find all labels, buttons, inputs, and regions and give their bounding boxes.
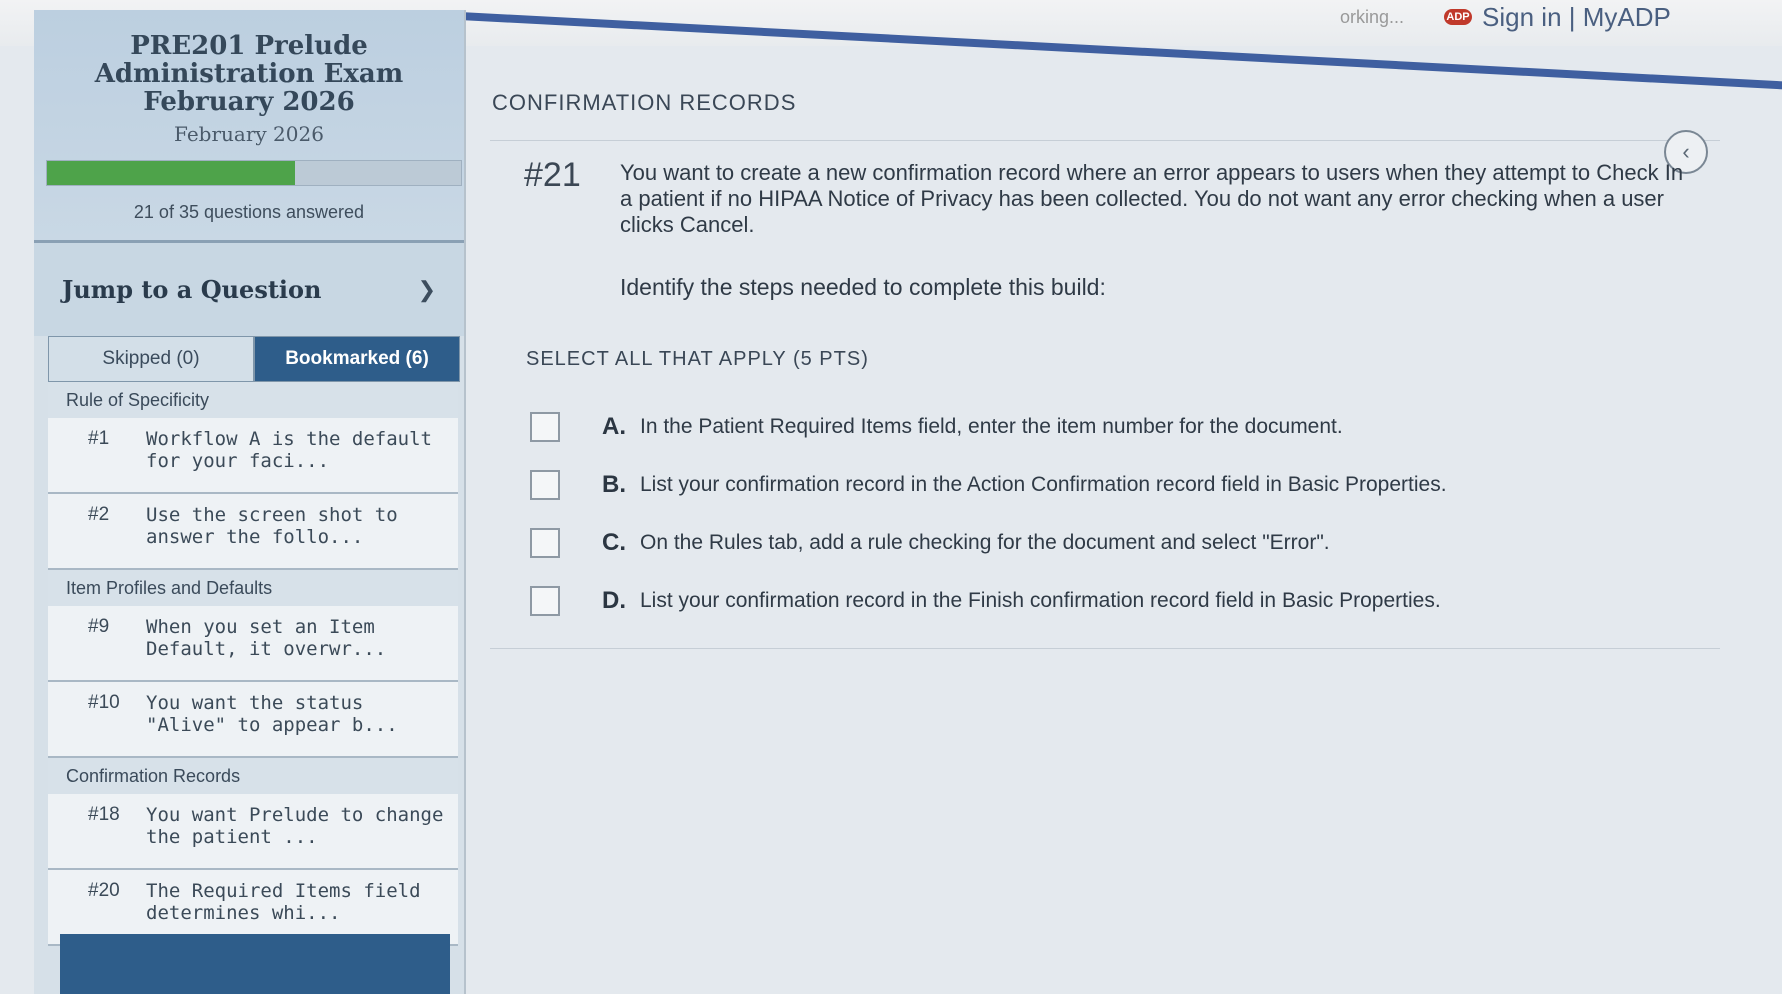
section-title: CONFIRMATION RECORDS: [492, 90, 797, 115]
question-filter-tabs: Skipped (0) Bookmarked (6): [48, 336, 460, 382]
checkbox-c[interactable]: [530, 528, 560, 558]
question-number: #10: [88, 692, 120, 713]
question-text: You want to create a new confirmation re…: [620, 160, 1684, 237]
list-item[interactable]: #9 When you set an Item Default, it over…: [48, 606, 458, 682]
exam-header: PRE201 Prelude Administration Exam Febru…: [34, 10, 464, 240]
option-letter: A.: [602, 413, 626, 440]
option-d[interactable]: D. List your confirmation record in the …: [530, 572, 1710, 630]
question-number: #9: [88, 616, 110, 637]
bookmarked-question-list: Rule of Specificity #1 Workflow A is the…: [48, 382, 458, 946]
chevron-right-icon: ❯: [417, 276, 436, 302]
option-letter: C.: [602, 529, 626, 556]
option-text: On the Rules tab, add a rule checking fo…: [640, 531, 1330, 554]
checkbox-a[interactable]: [530, 412, 560, 442]
divider: [490, 648, 1720, 649]
checkbox-d[interactable]: [530, 586, 560, 616]
jump-label: Jump to a Question: [62, 275, 322, 304]
question-preview: Use the screen shot to answer the follo.…: [146, 504, 398, 548]
group-heading: Rule of Specificity: [48, 382, 458, 418]
question-preview: When you set an Item Default, it overwr.…: [146, 616, 387, 660]
progress-bar: [46, 160, 462, 186]
tab-skipped[interactable]: Skipped (0): [48, 336, 254, 382]
question-preview: You want Prelude to change the patient .…: [146, 804, 444, 848]
question-number: #2: [88, 504, 110, 525]
select-all-label: SELECT ALL THAT APPLY (5 PTS): [526, 348, 869, 370]
progress-text: 21 of 35 questions answered: [133, 202, 365, 222]
progress-fill: [47, 161, 296, 185]
option-text: List your confirmation record in the Fin…: [640, 589, 1441, 612]
question-panel: CONFIRMATION RECORDS ‹ #21 You want to c…: [480, 60, 1720, 960]
checkbox-b[interactable]: [530, 470, 560, 500]
list-item[interactable]: #2 Use the screen shot to answer the fol…: [48, 494, 458, 570]
question-preview: Workflow A is the default for your faci.…: [146, 428, 432, 472]
exam-sidebar: PRE201 Prelude Administration Exam Febru…: [34, 10, 466, 994]
tab-title: Sign in | MyADP: [1482, 1, 1671, 32]
sidebar-footer: [60, 934, 450, 994]
option-c[interactable]: C. On the Rules tab, add a rule checking…: [530, 514, 1710, 572]
exam-subtitle: February 2026: [174, 122, 324, 146]
question-preview: You want the status "Alive" to appear b.…: [146, 692, 398, 736]
question-number: #18: [88, 804, 120, 825]
group-heading: Item Profiles and Defaults: [48, 570, 458, 606]
question-instruction: Identify the steps needed to complete th…: [620, 274, 1106, 300]
group-heading: Confirmation Records: [48, 758, 458, 794]
adp-logo-icon: ADP: [1444, 9, 1473, 25]
option-text: List your confirmation record in the Act…: [640, 473, 1447, 496]
tab-left-text: orking...: [1340, 6, 1405, 27]
question-number: #1: [88, 428, 110, 449]
question-number: #21: [524, 156, 581, 194]
divider: [490, 140, 1720, 141]
browser-tab[interactable]: orking... ADP Sign in | MyADP: [1340, 0, 1671, 34]
option-a[interactable]: A. In the Patient Required Items field, …: [530, 398, 1710, 456]
list-item[interactable]: #18 You want Prelude to change the patie…: [48, 794, 458, 870]
exam-title: PRE201 Prelude Administration Exam Febru…: [94, 31, 404, 117]
option-b[interactable]: B. List your confirmation record in the …: [530, 456, 1710, 514]
list-item[interactable]: #1 Workflow A is the default for your fa…: [48, 418, 458, 494]
list-item[interactable]: #10 You want the status "Alive" to appea…: [48, 682, 458, 758]
option-letter: B.: [602, 471, 626, 498]
jump-to-question[interactable]: Jump to a Question ❯: [34, 240, 464, 336]
answer-options: A. In the Patient Required Items field, …: [530, 398, 1710, 630]
tab-bookmarked[interactable]: Bookmarked (6): [254, 336, 460, 382]
option-text: In the Patient Required Items field, ent…: [640, 415, 1343, 438]
option-letter: D.: [602, 587, 626, 614]
